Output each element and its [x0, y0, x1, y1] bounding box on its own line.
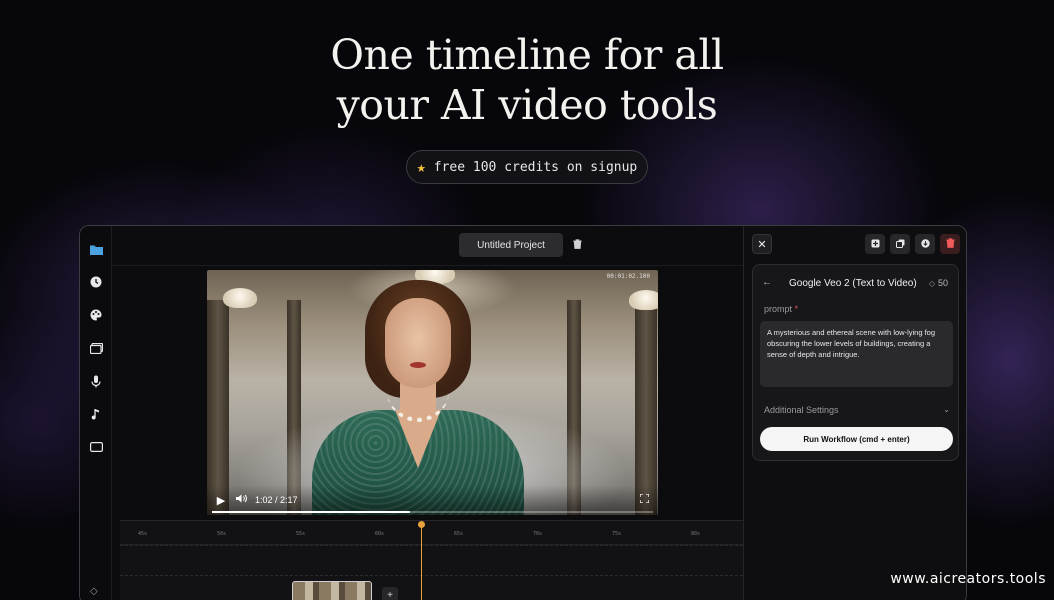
hero-title-line-2: your AI video tools [336, 81, 718, 129]
required-mark: * [794, 304, 799, 314]
arrow-left-icon[interactable]: ← [762, 277, 772, 288]
volume-icon[interactable] [235, 494, 247, 506]
mic-icon[interactable] [89, 374, 103, 388]
download-button[interactable] [915, 234, 935, 254]
additional-settings-label: Additional Settings [764, 405, 839, 415]
left-sidebar: ◇ [80, 226, 112, 600]
diamond-icon[interactable]: ◇ [90, 586, 98, 597]
timeline-tick-label: 50s [217, 531, 227, 537]
card-header: ← Google Veo 2 (Text to Video) ◇ 50 [753, 275, 958, 295]
captions-icon[interactable] [89, 440, 103, 454]
download-icon [920, 238, 930, 250]
delete-button[interactable] [940, 234, 960, 254]
timeline-tick-label: 65s [454, 531, 464, 537]
credits-badge[interactable]: ★ free 100 credits on signup [405, 150, 649, 184]
watermark: www.aicreators.tools [890, 571, 1046, 587]
close-button[interactable]: ✕ [752, 234, 772, 254]
prompt-label: prompt * [764, 304, 798, 314]
hero-section: One timeline for all your AI video tools… [0, 30, 1054, 184]
duplicate-button[interactable] [890, 234, 910, 254]
playhead-handle[interactable] [418, 521, 425, 528]
music-icon[interactable] [89, 407, 103, 421]
project-name-button[interactable]: Untitled Project [459, 233, 563, 257]
copy-icon [895, 239, 905, 250]
additional-settings-toggle[interactable]: Additional Settings ⌄ [764, 405, 950, 415]
timeline-tick-label: 75s [612, 531, 622, 537]
trash-icon[interactable] [570, 237, 584, 251]
workflow-card: ← Google Veo 2 (Text to Video) ◇ 50 prom… [752, 264, 959, 461]
prompt-textarea[interactable]: A mysterious and ethereal scene with low… [760, 321, 953, 387]
play-icon[interactable]: ▶ [215, 494, 227, 507]
playhead[interactable] [418, 521, 425, 600]
timeline-tick-label: 80s [691, 531, 701, 537]
add-clip-button[interactable]: + [382, 587, 398, 600]
credits-text: free 100 credits on signup [433, 159, 638, 175]
video-frame [207, 270, 658, 515]
timeline-tick-label: 60s [375, 531, 385, 537]
video-progress-bar[interactable] [212, 511, 653, 513]
diamond-icon: ◇ [928, 278, 935, 288]
hero-title-line-1: One timeline for all [330, 31, 724, 79]
cost-value: 50 [937, 278, 948, 288]
run-workflow-button[interactable]: Run Workflow (cmd + enter) [760, 427, 953, 451]
timeline-tick-label: 70s [533, 531, 543, 537]
hero-title: One timeline for all your AI video tools [0, 30, 1054, 130]
clock-icon[interactable] [89, 275, 103, 289]
playback-time: 1:02 / 2:17 [255, 495, 298, 505]
star-icon: ★ [416, 158, 426, 176]
editor-toolbar: Untitled Project [112, 226, 743, 266]
gallery-icon[interactable] [89, 341, 103, 355]
prompt-label-text: prompt [764, 304, 793, 314]
timeline-tick-label: 45s [138, 531, 148, 537]
credit-cost: ◇ 50 [929, 278, 948, 288]
track-divider [120, 575, 743, 576]
timeline[interactable]: 45s 50s 55s 60s 65s 70s 75s 80s + [120, 520, 743, 600]
video-progress-fill [212, 511, 411, 513]
editor-window: ◇ Untitled Project 00:01:02.100 ▶ 1:02 /… [79, 225, 967, 600]
video-clip[interactable] [292, 581, 372, 600]
trash-icon [945, 238, 955, 250]
timeline-tick-label: 55s [296, 531, 306, 537]
add-button[interactable] [865, 234, 885, 254]
right-panel: ✕ ← Google Veo 2 (Text to Video) ◇ 50 pr… [743, 226, 966, 600]
plus-square-icon [871, 239, 880, 250]
timeline-ruler[interactable]: 45s 50s 55s 60s 65s 70s 75s 80s [120, 521, 743, 545]
palette-icon[interactable] [89, 308, 103, 322]
folder-icon[interactable] [89, 242, 103, 256]
video-player[interactable]: 00:01:02.100 ▶ 1:02 / 2:17 [207, 270, 658, 515]
model-title: Google Veo 2 (Text to Video) [789, 278, 917, 289]
track-divider [120, 545, 743, 546]
chevron-down-icon: ⌄ [943, 405, 950, 414]
close-icon: ✕ [757, 238, 767, 251]
video-timecode: 00:01:02.100 [606, 273, 650, 280]
fullscreen-icon[interactable] [638, 493, 650, 506]
